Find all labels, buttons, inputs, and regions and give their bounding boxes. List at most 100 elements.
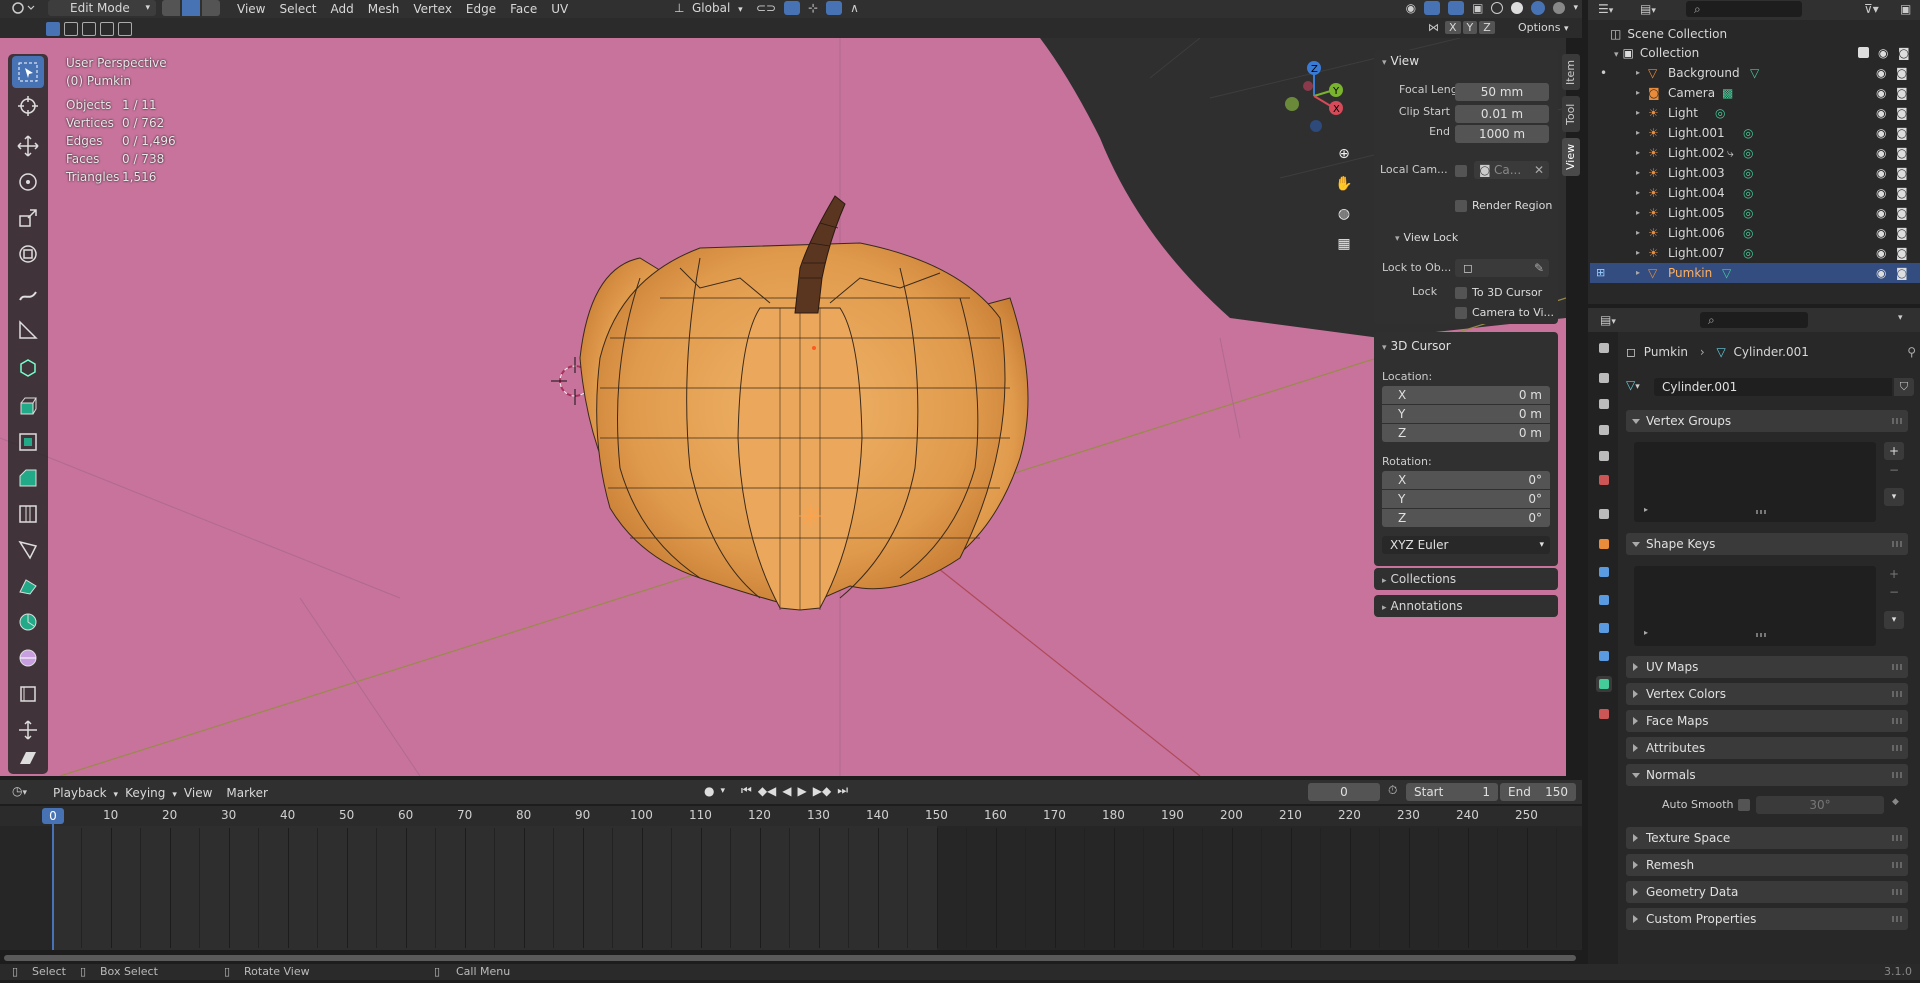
- camera-icon[interactable]: ◙: [1896, 143, 1908, 163]
- camera-icon[interactable]: ◙: [1896, 243, 1908, 263]
- outliner-editor-type[interactable]: ☰▾: [1598, 2, 1613, 16]
- texture-space-panel[interactable]: Texture Space: [1626, 827, 1908, 849]
- measure-tool[interactable]: [12, 314, 44, 346]
- vertex-select-icon[interactable]: [162, 0, 180, 16]
- material-shading-icon[interactable]: [1531, 1, 1546, 15]
- editor-type-button[interactable]: [10, 0, 40, 16]
- collection-row[interactable]: ▾ ▣ Collection ◉ ◙: [1614, 44, 1914, 64]
- pivot-snapping-tools[interactable]: ⊂⊃ ⊹ ∧: [756, 0, 896, 16]
- chevron-right-icon[interactable]: ▸: [1636, 83, 1640, 103]
- auto-smooth-checkbox[interactable]: [1738, 799, 1750, 811]
- extrude-tool[interactable]: [12, 390, 44, 422]
- mirror-y-toggle[interactable]: Y: [1462, 21, 1478, 34]
- play-reverse-icon[interactable]: ◀: [782, 784, 791, 798]
- fake-user-shield-icon[interactable]: ⛉: [1894, 378, 1914, 396]
- eye-icon[interactable]: ◉: [1876, 243, 1886, 263]
- filter-icon[interactable]: ⊽▾: [1864, 2, 1879, 16]
- camera-icon[interactable]: ◙: [1896, 103, 1908, 123]
- eye-icon[interactable]: ◉: [1876, 123, 1886, 143]
- checkbox-icon[interactable]: [1858, 47, 1869, 58]
- view-panel-header[interactable]: ▾ View: [1382, 54, 1419, 68]
- outliner-row[interactable]: ⊞ ▸ ▽ Pumkin ▽ ◉ ◙: [1590, 263, 1920, 283]
- light-data-icon[interactable]: ◎: [1743, 143, 1753, 163]
- camera-icon[interactable]: ◙: [1896, 83, 1908, 103]
- eye-icon[interactable]: ◉: [1876, 63, 1886, 83]
- view-layer-icon[interactable]: [1596, 422, 1612, 438]
- rotate-tool[interactable]: [12, 166, 44, 198]
- solid-shading-icon[interactable]: [1511, 2, 1524, 14]
- select-extend-icon[interactable]: [64, 22, 78, 36]
- render-region-checkbox[interactable]: [1455, 200, 1467, 212]
- outliner-row[interactable]: ▸ ☀ Light.003 ◎ ◉ ◙: [1590, 163, 1920, 183]
- drag-handle-icon[interactable]: [1892, 418, 1902, 424]
- tab-tool[interactable]: Tool: [1562, 96, 1580, 132]
- start-frame-field[interactable]: Start 1: [1406, 783, 1498, 801]
- menu-playback[interactable]: Playback: [46, 785, 114, 801]
- location-z-field[interactable]: Z 0 m: [1382, 424, 1550, 442]
- chevron-right-icon[interactable]: ▸: [1636, 243, 1640, 263]
- cursor-tool[interactable]: [12, 90, 44, 122]
- constraint-icon[interactable]: ⤷: [1727, 143, 1734, 163]
- smooth-tool[interactable]: [12, 642, 44, 674]
- chevron-down-icon[interactable]: ▾: [1898, 313, 1903, 323]
- drag-handle-icon[interactable]: [1892, 772, 1902, 778]
- play-icon[interactable]: ▶: [798, 784, 807, 798]
- camera-to-view-checkbox[interactable]: [1455, 307, 1467, 319]
- annotate-tool[interactable]: [12, 278, 44, 310]
- focal-length-field[interactable]: 50 mm: [1455, 83, 1549, 101]
- drag-handle-icon[interactable]: [1892, 745, 1902, 751]
- bevel-tool[interactable]: [12, 462, 44, 494]
- location-y-field[interactable]: Y 0 m: [1382, 405, 1550, 423]
- menu-view[interactable]: View: [177, 785, 219, 801]
- gizmo-icon[interactable]: [1424, 1, 1441, 15]
- light-data-icon[interactable]: ◎: [1743, 123, 1753, 143]
- eye-icon[interactable]: ◉: [1876, 203, 1886, 223]
- remove-shape-key-button[interactable]: −: [1884, 584, 1904, 600]
- geometry-data-panel[interactable]: Geometry Data: [1626, 881, 1908, 903]
- mesh-data-icon[interactable]: ▽: [1750, 63, 1759, 83]
- vertex-groups-panel[interactable]: Vertex Groups: [1626, 410, 1908, 432]
- pivot-icon[interactable]: ⊂⊃: [756, 1, 776, 15]
- light-data-icon[interactable]: ◎: [1743, 243, 1753, 263]
- list-resize-grip-icon[interactable]: [1756, 510, 1768, 514]
- overlay-icon[interactable]: [1448, 1, 1465, 15]
- menu-uv[interactable]: UV: [544, 1, 575, 17]
- tab-view[interactable]: View: [1562, 138, 1580, 176]
- mirror-x-toggle[interactable]: X: [1445, 21, 1461, 34]
- auto-smooth-angle-field[interactable]: 30°: [1756, 796, 1884, 814]
- physics-icon[interactable]: [1596, 620, 1612, 636]
- orientation-dropdown[interactable]: ⊥ Global ▾: [672, 0, 744, 16]
- animate-property-icon[interactable]: ◆: [1892, 797, 1899, 807]
- next-keyframe-icon[interactable]: ▶◆: [813, 784, 831, 798]
- edge-select-icon[interactable]: [182, 0, 200, 16]
- poly-build-tool[interactable]: [12, 570, 44, 602]
- drag-handle-icon[interactable]: [1892, 541, 1902, 547]
- chevron-down-icon[interactable]: ▾: [1573, 3, 1578, 13]
- light-data-icon[interactable]: ◎: [1715, 103, 1725, 123]
- jump-start-icon[interactable]: ⏮: [741, 783, 752, 798]
- mode-dropdown[interactable]: Edit Mode ▾: [48, 0, 156, 16]
- eyedropper-icon[interactable]: ✎: [1534, 259, 1544, 277]
- light-data-icon[interactable]: ◎: [1743, 203, 1753, 223]
- outliner-row[interactable]: ▸ ☀ Light.005 ◎ ◉ ◙: [1590, 203, 1920, 223]
- rotation-y-field[interactable]: Y 0°: [1382, 490, 1550, 508]
- menu-select[interactable]: Select: [272, 1, 323, 17]
- local-camera-checkbox[interactable]: [1455, 165, 1467, 177]
- drag-handle-icon[interactable]: [1892, 862, 1902, 868]
- eye-icon[interactable]: ◉: [1876, 263, 1886, 283]
- world-icon[interactable]: [1596, 472, 1612, 488]
- list-resize-grip-icon[interactable]: [1756, 633, 1768, 637]
- eye-icon[interactable]: ◉: [1878, 44, 1888, 62]
- timeline-scrollbar[interactable]: [4, 955, 1576, 961]
- select-intersect-icon[interactable]: [118, 22, 132, 36]
- face-select-icon[interactable]: [202, 0, 220, 16]
- stopwatch-icon[interactable]: ⏱: [1388, 783, 1397, 798]
- select-invert-icon[interactable]: [100, 22, 114, 36]
- output-icon[interactable]: [1596, 396, 1612, 412]
- attributes-panel[interactable]: Attributes: [1626, 737, 1908, 759]
- select-new-icon[interactable]: [46, 22, 60, 36]
- drag-handle-icon[interactable]: [1892, 835, 1902, 841]
- shape-key-menu-button[interactable]: ▾: [1884, 611, 1904, 629]
- scale-tool[interactable]: [12, 202, 44, 234]
- local-camera-field[interactable]: ◙ Ca... ✕: [1474, 161, 1549, 179]
